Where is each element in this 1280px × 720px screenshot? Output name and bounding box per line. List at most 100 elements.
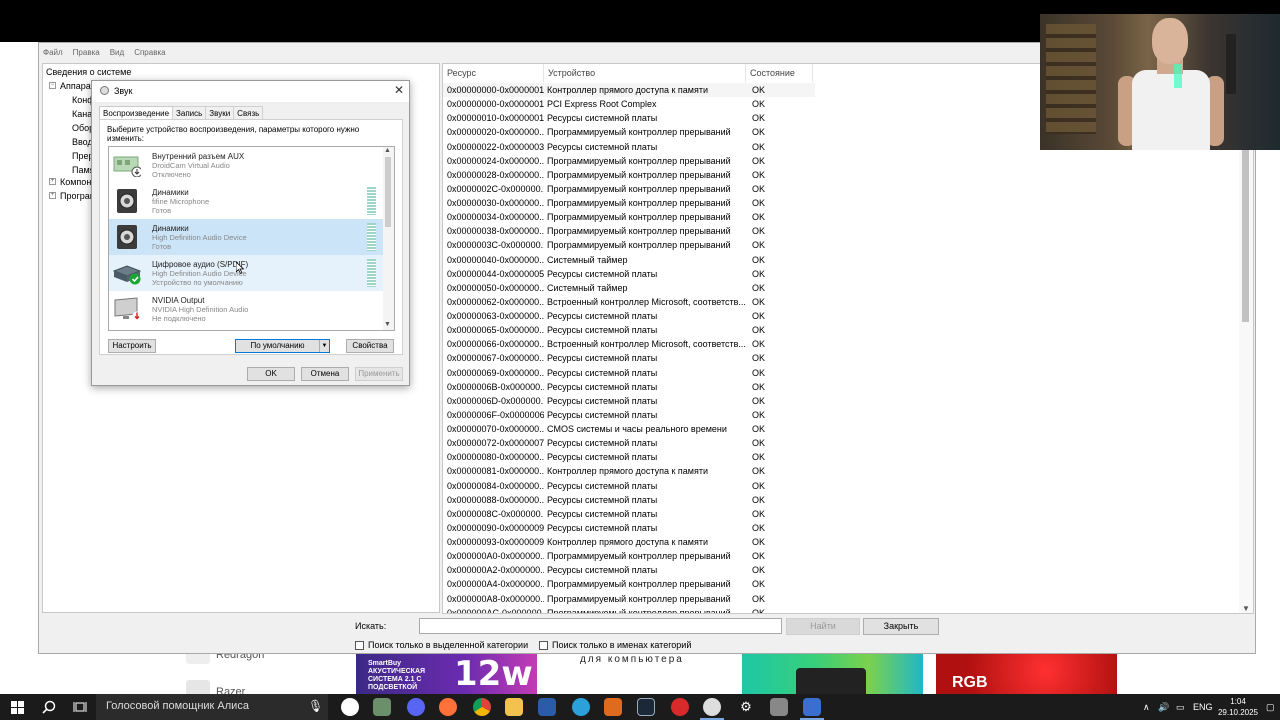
configure-button[interactable]: Настроить (108, 339, 156, 353)
table-row[interactable]: 0x000000AC-0x000000... Программируемый ко… (443, 606, 815, 613)
tree-item-dma[interactable]: Кана (72, 109, 92, 119)
table-row[interactable]: 0x00000034-0x000000... Программируемый ко… (443, 210, 815, 224)
table-row[interactable]: 0x00000020-0x000000... Программируемый ко… (443, 125, 815, 139)
product-thumbnail-computer[interactable]: для компьютера (548, 654, 729, 694)
steam-icon[interactable] (637, 698, 655, 716)
table-row[interactable]: 0x0000006D-0x000000... Ресурсы системной … (443, 394, 815, 408)
scroll-down-icon[interactable]: ▼ (1241, 604, 1251, 613)
notifications-icon[interactable]: ▢ (1266, 694, 1275, 720)
device-list[interactable]: Внутренний разъем AUX DroidCam Virtual A… (108, 146, 395, 331)
language-indicator[interactable]: ENG (1193, 694, 1213, 720)
table-row[interactable]: 0x00000024-0x000000... Программируемый ко… (443, 154, 815, 168)
app-icon[interactable] (671, 698, 689, 716)
column-header-status[interactable]: Состояние (746, 64, 813, 82)
table-row[interactable]: 0x00000067-0x000000... Ресурсы системной … (443, 351, 815, 365)
tree-root[interactable]: Сведения о системе (46, 67, 131, 77)
properties-button[interactable]: Свойства (346, 339, 394, 353)
apply-button[interactable]: Применить (355, 367, 403, 381)
product-thumbnail-rgb-speaker[interactable] (742, 654, 923, 694)
table-row[interactable]: 0x0000003C-0x000000... Программируемый ко… (443, 238, 815, 252)
cancel-button[interactable]: Отмена (301, 367, 349, 381)
task-view-icon[interactable] (64, 694, 96, 720)
menu-file[interactable]: Файл (43, 48, 63, 57)
chrome-icon[interactable] (473, 698, 491, 716)
expand-icon[interactable]: + (49, 178, 56, 185)
app-icon[interactable] (604, 698, 622, 716)
table-row[interactable]: 0x00000088-0x000000... Ресурсы системной … (443, 493, 815, 507)
table-row[interactable]: 0x00000063-0x000000... Ресурсы системной … (443, 309, 815, 323)
tab-communications[interactable]: Связь (233, 106, 264, 119)
expand-icon[interactable]: + (49, 192, 56, 199)
checkbox-category-names[interactable]: Поиск только в именах категорий (539, 640, 691, 650)
table-row[interactable]: 0x000000A4-0x000000... Программируемый ко… (443, 577, 815, 591)
volume-icon[interactable]: 🔊 (1158, 694, 1169, 720)
table-row[interactable]: 0x00000040-0x000000... Системный таймер OK (443, 253, 815, 267)
firefox-icon[interactable] (439, 698, 457, 716)
search-icon[interactable] (34, 694, 64, 720)
table-row[interactable]: 0x000000A2-0x000000... Ресурсы системной … (443, 563, 815, 577)
table-row[interactable]: 0x00000093-0x0000009F Контроллер прямого … (443, 535, 815, 549)
set-default-button[interactable]: По умолчанию ▼ (235, 339, 330, 353)
sound-settings-icon[interactable] (703, 698, 721, 716)
table-row[interactable]: 0x00000080-0x000000... Ресурсы системной … (443, 450, 815, 464)
column-header-device[interactable]: Устройство (544, 64, 746, 82)
table-row[interactable]: 0x00000062-0x000000... Встроенный контрол… (443, 295, 815, 309)
table-row[interactable]: 0x00000044-0x0000005F Ресурсы системной п… (443, 267, 815, 281)
table-row[interactable]: 0x00000000-0x0000001F Контроллер прямого … (443, 83, 815, 98)
product-thumbnail-red[interactable]: RGB (936, 654, 1117, 694)
assistant-search-box[interactable]: Голосовой помощник Алиса 🎙 (96, 694, 328, 720)
table-row[interactable]: 0x00000090-0x0000009F Ресурсы системной п… (443, 521, 815, 535)
file-explorer-icon[interactable] (505, 698, 523, 716)
table-row[interactable]: 0x00000050-0x000000... Системный таймер OK (443, 281, 815, 295)
table-row[interactable]: 0x000000A8-0x000000... Программируемый ко… (443, 592, 815, 606)
checkbox-icon[interactable] (355, 640, 364, 650)
table-row[interactable]: 0x0000008C-0x000000... Ресурсы системной … (443, 507, 815, 521)
scroll-down-icon[interactable]: ▼ (384, 321, 391, 328)
checkbox-selected-category[interactable]: Поиск только в выделенной категории (355, 640, 528, 650)
table-row[interactable]: 0x00000030-0x000000... Программируемый ко… (443, 196, 815, 210)
telegram-icon[interactable] (572, 698, 590, 716)
device-item[interactable]: Внутренний разъем AUX DroidCam Virtual A… (109, 147, 384, 183)
table-row[interactable]: 0x00000084-0x000000... Ресурсы системной … (443, 479, 815, 493)
dialog-title-bar[interactable]: Звук ✕ (92, 81, 409, 102)
checkbox-icon[interactable] (539, 640, 548, 650)
tree-item-io[interactable]: Ввод (72, 137, 93, 147)
table-row[interactable]: 0x00000069-0x000000... Ресурсы системной … (443, 366, 815, 380)
close-icon[interactable]: ✕ (394, 83, 404, 97)
collapse-icon[interactable]: − (49, 82, 56, 89)
microphone-icon[interactable]: 🎙 (308, 699, 323, 713)
table-row[interactable]: 0x00000072-0x0000007F Ресурсы системной п… (443, 436, 815, 450)
table-row[interactable]: 0x00000065-0x000000... Ресурсы системной … (443, 323, 815, 337)
table-row[interactable]: 0x00000028-0x000000... Программируемый ко… (443, 168, 815, 182)
table-row[interactable]: 0x0000006F-0x0000006F Ресурсы системной п… (443, 408, 815, 422)
scrollbar-thumb[interactable] (385, 157, 391, 227)
find-button[interactable]: Найти (786, 618, 860, 635)
table-row[interactable]: 0x00000070-0x000000... CMOS системы и час… (443, 422, 815, 436)
system-info-app-icon[interactable] (803, 698, 821, 716)
tree-item-hardware[interactable]: Аппарат (60, 81, 95, 91)
table-row[interactable]: 0x000000A0-0x000000... Программируемый ко… (443, 549, 815, 563)
device-list-scrollbar[interactable]: ▲ ▼ (383, 147, 394, 330)
table-row[interactable]: 0x00000010-0x0000001F Ресурсы системной п… (443, 111, 815, 125)
column-header-resource[interactable]: Ресурс (443, 64, 544, 82)
product-thumbnail-speakers[interactable]: SmartBuy АКУСТИЧЕСКАЯ СИСТЕМА 2.1 С ПОДС… (356, 654, 537, 694)
tray-chevron-icon[interactable]: ∧ (1143, 694, 1150, 720)
menu-view[interactable]: Вид (110, 48, 124, 57)
table-row[interactable]: 0x00000066-0x000000... Встроенный контрол… (443, 337, 815, 351)
menu-edit[interactable]: Правка (73, 48, 100, 57)
tab-sounds[interactable]: Звуки (205, 106, 235, 119)
device-item[interactable]: Динамики fifine Microphone Готов (109, 183, 384, 219)
discord-icon[interactable] (407, 698, 425, 716)
network-icon[interactable]: ▭ (1176, 694, 1185, 720)
start-button[interactable] (0, 694, 34, 720)
scroll-up-icon[interactable]: ▲ (384, 147, 391, 154)
table-row[interactable]: 0x00000022-0x0000003F Ресурсы системной п… (443, 140, 815, 154)
table-row[interactable]: 0x0000006B-0x000000... Ресурсы системной … (443, 380, 815, 394)
device-item-selected[interactable]: Динамики High Definition Audio Device Го… (109, 219, 384, 255)
tab-playback[interactable]: Воспроизведение (99, 106, 174, 120)
settings-gear-icon[interactable]: ⚙ (734, 694, 758, 720)
clock[interactable]: 1:04 29.10.2025 (1212, 696, 1264, 718)
app-icon[interactable] (770, 698, 788, 716)
close-button[interactable]: Закрыть (863, 618, 939, 635)
find-input[interactable] (419, 618, 782, 634)
